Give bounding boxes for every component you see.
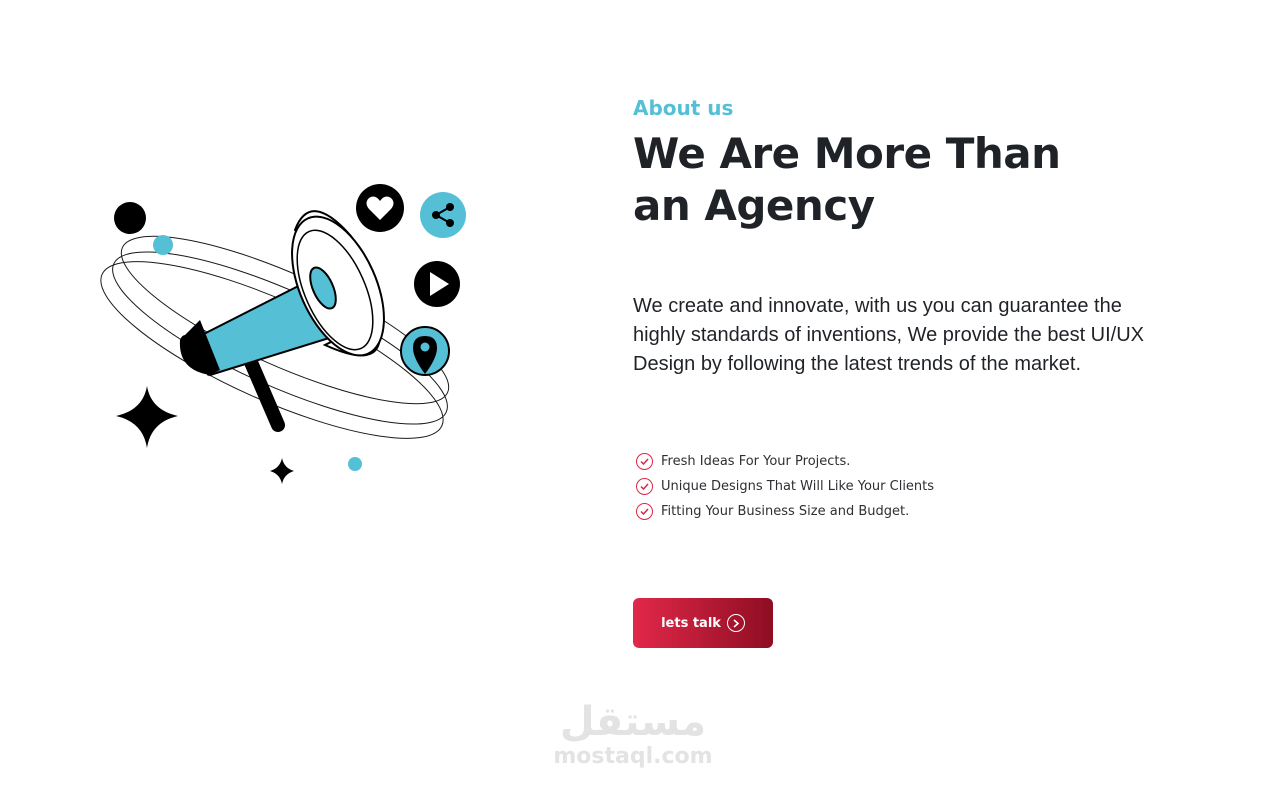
sparkle-icon	[116, 386, 178, 448]
check-circle-icon	[636, 503, 653, 520]
decor-dot-black	[114, 202, 146, 234]
feature-text: Fitting Your Business Size and Budget.	[661, 504, 910, 519]
location-pin-icon	[400, 326, 450, 376]
megaphone-icon	[179, 210, 385, 432]
check-circle-icon	[636, 478, 653, 495]
check-circle-icon	[636, 453, 653, 470]
about-description: We create and innovate, with us you can …	[633, 295, 1145, 375]
section-eyebrow: About us	[633, 96, 734, 120]
sparkle-small-icon	[270, 458, 294, 484]
about-section: About us We Are More Than an Agency We c…	[633, 96, 1193, 524]
cta-label: lets talk	[661, 615, 721, 631]
feature-text: Unique Designs That Will Like Your Clien…	[661, 479, 935, 494]
feature-list: Fresh Ideas For Your Projects. Unique De…	[633, 449, 1193, 524]
watermark-url: mostaql.com	[553, 744, 713, 769]
page-title: We Are More Than an Agency	[633, 128, 1193, 232]
play-icon	[414, 261, 460, 307]
megaphone-illustration	[80, 170, 480, 510]
decor-dot-teal	[153, 235, 173, 255]
chevron-right-icon	[726, 614, 745, 632]
title-line-2: an Agency	[633, 181, 875, 230]
list-item: Unique Designs That Will Like Your Clien…	[633, 474, 1193, 499]
watermark-logo: مستقل	[559, 699, 707, 745]
decor-dot-teal-small	[348, 457, 362, 471]
mostaql-watermark: مستقل mostaql.com	[553, 700, 713, 770]
title-line-1: We Are More Than	[633, 129, 1061, 178]
share-icon	[420, 192, 466, 238]
list-item: Fresh Ideas For Your Projects.	[633, 449, 1193, 474]
list-item: Fitting Your Business Size and Budget.	[633, 499, 1193, 524]
lets-talk-button[interactable]: lets talk	[633, 598, 773, 648]
heart-icon	[356, 184, 404, 232]
feature-text: Fresh Ideas For Your Projects.	[661, 454, 851, 469]
